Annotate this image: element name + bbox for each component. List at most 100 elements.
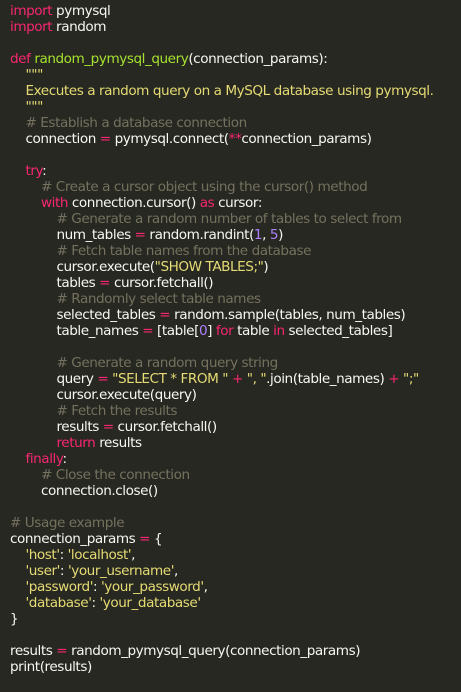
code-token: pymysql.connect( xyxy=(110,131,230,147)
code-token: , xyxy=(203,579,208,595)
code-token: , xyxy=(174,563,178,579)
code-token: as xyxy=(199,195,215,211)
code-token: } xyxy=(10,611,19,627)
code-token: # Usage example xyxy=(10,515,125,531)
code-token: = xyxy=(99,275,111,291)
code-block: import pymysql import random def random_py… xyxy=(10,3,461,675)
code-line: connection = pymysql.connect(**connectio… xyxy=(10,131,461,147)
code-line: print(results) xyxy=(10,659,461,675)
code-line: import random xyxy=(10,19,461,35)
code-line: import pymysql xyxy=(10,3,461,19)
code-token: = xyxy=(102,419,114,435)
code-token: def xyxy=(10,51,35,67)
code-line: # Close the connection xyxy=(10,467,461,483)
code-token: random xyxy=(52,19,107,35)
code-token: results xyxy=(10,643,57,659)
code-line: 'database': 'your_database' xyxy=(10,595,461,611)
code-token: with xyxy=(40,195,69,211)
code-line: # Generate a random query string xyxy=(10,355,461,371)
code-token: # Fetch table names from the database xyxy=(10,243,312,259)
code-token: : xyxy=(91,595,100,611)
code-line: query = "SELECT * FROM " + ", ".join(tab… xyxy=(10,371,461,387)
code-token: print xyxy=(10,659,40,675)
code-token: cursor.execute(query) xyxy=(10,387,197,403)
code-line: """ xyxy=(10,67,461,83)
code-line: # Create a cursor object using the curso… xyxy=(10,179,461,195)
code-token: .join(table_names) xyxy=(266,371,389,387)
code-line: with connection.cursor() as cursor: xyxy=(10,195,461,211)
code-token: cursor: xyxy=(214,195,262,211)
code-token: : xyxy=(59,563,68,579)
code-line: # Randomly select table names xyxy=(10,291,461,307)
code-token: "SHOW TABLES;" xyxy=(154,259,264,275)
code-token: , xyxy=(262,227,270,243)
code-token: 'your_username' xyxy=(67,563,175,579)
code-editor[interactable]: import pymysql import random def random_py… xyxy=(0,0,461,692)
code-token: in xyxy=(273,323,285,339)
code-token: # Close the connection xyxy=(10,467,190,483)
code-line: # Establish a database connection xyxy=(10,115,461,131)
code-token: = xyxy=(97,371,109,387)
code-token: + xyxy=(231,371,243,387)
code-token: query xyxy=(10,371,98,387)
code-token: # Create a cursor object using the curso… xyxy=(10,179,368,195)
code-token: cursor.fetchall() xyxy=(113,419,218,435)
code-token: selected_tables] xyxy=(284,323,393,339)
code-token: connection xyxy=(10,131,100,147)
code-line: # Fetch the results xyxy=(10,403,461,419)
code-token: + xyxy=(388,371,400,387)
code-line: 'password': 'your_password', xyxy=(10,579,461,595)
code-line: connection.close() xyxy=(10,483,461,499)
code-token: """ xyxy=(10,99,43,115)
code-token: 0 xyxy=(198,323,208,339)
code-line: Executes a random query on a MySQL datab… xyxy=(10,83,461,99)
code-token: 'password' xyxy=(25,579,93,595)
code-token: : xyxy=(59,547,68,563)
code-line: cursor.execute(query) xyxy=(10,387,461,403)
code-line: tables = cursor.fetchall() xyxy=(10,275,461,291)
code-token: "SELECT * FROM " xyxy=(112,371,229,387)
code-token: = xyxy=(159,307,171,323)
code-token: Executes a random query on a MySQL datab… xyxy=(10,83,434,99)
code-token: , xyxy=(131,547,136,563)
code-line: num_tables = random.randint(1, 5) xyxy=(10,227,461,243)
code-token: ) xyxy=(263,259,269,275)
code-token: = xyxy=(99,131,111,147)
code-token: = xyxy=(139,531,151,547)
code-line: # Generate a random number of tables to … xyxy=(10,211,461,227)
code-line: 'user': 'your_username', xyxy=(10,563,461,579)
code-token: table_names xyxy=(10,323,143,339)
code-token: : xyxy=(93,579,102,595)
code-token: (results) xyxy=(39,659,93,675)
code-token: num_tables xyxy=(10,227,135,243)
code-line: """ xyxy=(10,99,461,115)
code-token: """ xyxy=(10,67,43,83)
code-token: 'your_database' xyxy=(99,595,202,611)
code-line: finally: xyxy=(10,451,461,467)
code-token: 1 xyxy=(253,227,263,243)
code-token: 'your_password' xyxy=(101,579,204,595)
code-line: table_names = [table[0] for table in sel… xyxy=(10,323,461,339)
code-token: 'host' xyxy=(25,547,60,563)
code-token: tables xyxy=(10,275,100,291)
code-line: # Usage example xyxy=(10,515,461,531)
code-token: = xyxy=(134,227,146,243)
code-token: import xyxy=(10,19,53,35)
code-token: { xyxy=(150,531,163,547)
code-token: # Establish a database connection xyxy=(10,115,247,131)
code-line: try: xyxy=(10,163,461,179)
code-token: pymysql xyxy=(52,3,111,19)
code-token: cursor.fetchall() xyxy=(110,275,214,291)
code-token: # Generate a random number of tables to … xyxy=(10,211,402,227)
code-line: connection_params = { xyxy=(10,531,461,547)
code-line: results = random_pymysql_query(connectio… xyxy=(10,643,461,659)
